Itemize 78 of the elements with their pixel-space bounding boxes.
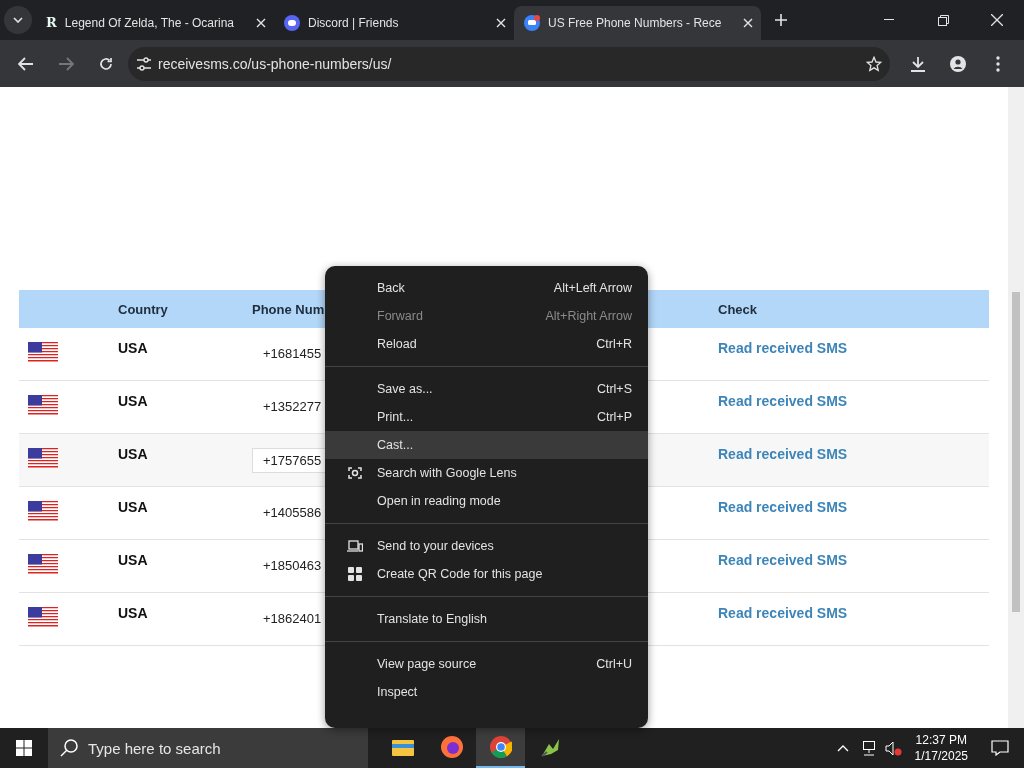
menu-item[interactable]: Save as... Ctrl+S: [325, 375, 648, 403]
country-cell-text: USA: [118, 446, 149, 462]
site-settings-icon: [136, 56, 152, 71]
firefox-icon: [440, 736, 463, 758]
close-icon: [496, 18, 506, 28]
us-flag-icon: [28, 395, 58, 415]
discord-icon: [284, 15, 300, 31]
browser-tab[interactable]: R Legend Of Zelda, The - Ocarina: [36, 6, 274, 40]
folder-icon: [391, 738, 414, 756]
us-flag-icon: [28, 501, 58, 521]
country-cell-text: USA: [118, 499, 149, 515]
close-icon: [256, 18, 266, 28]
qr-code-icon: [347, 566, 363, 582]
column-header: Phone Num: [252, 301, 325, 317]
chat-bubble-icon: [524, 15, 540, 31]
speaker-muted-icon: [884, 740, 903, 756]
read-sms-link[interactable]: Read received SMS: [718, 393, 989, 409]
close-icon: [991, 14, 1003, 26]
network-icon: [860, 740, 877, 756]
chevron-down-icon: [13, 17, 23, 23]
browser-tab[interactable]: Discord | Friends: [274, 6, 514, 40]
column-header: Country: [118, 301, 168, 317]
devices-icon: [347, 539, 363, 553]
shortcut-text: Alt+Right Arrow: [545, 309, 632, 323]
plus-icon: [775, 14, 787, 26]
browser-tab[interactable]: US Free Phone Numbers - Rece: [514, 6, 761, 40]
taskbar-search-field[interactable]: Type here to search: [48, 728, 368, 768]
restore-icon: [937, 14, 949, 26]
windows-logo-icon: [16, 740, 32, 756]
arrow-right-icon: [58, 56, 74, 71]
clock-date: 1/17/2025: [914, 748, 968, 764]
menu-item[interactable]: Back Alt+Left Arrow: [325, 274, 648, 302]
arrow-left-icon: [18, 56, 34, 71]
speech-bubble-icon: [991, 740, 1009, 756]
chrome-icon: [489, 736, 512, 758]
shortcut-text: Ctrl+P: [596, 410, 632, 424]
country-cell-text: USA: [118, 605, 149, 621]
read-sms-link[interactable]: Read received SMS: [718, 499, 989, 515]
download-icon: [910, 55, 926, 72]
country-cell-text: USA: [118, 340, 149, 356]
close-icon: [743, 18, 753, 28]
r-logo: R: [46, 16, 57, 30]
us-flag-icon: [28, 554, 58, 574]
camera-lens-icon: [347, 465, 363, 481]
us-flag-icon: [28, 448, 58, 468]
shortcut-text: Ctrl+R: [596, 337, 632, 351]
chevron-up-icon: [836, 744, 849, 752]
us-flag-icon: [28, 607, 58, 627]
tab-search-button[interactable]: [4, 6, 32, 34]
country-cell-text: USA: [118, 393, 149, 409]
menu-item[interactable]: Open in reading mode: [325, 487, 648, 515]
read-sms-link[interactable]: Read received SMS: [718, 446, 989, 462]
minimize-icon: [884, 19, 894, 21]
clock-time: 12:37 PM: [915, 732, 967, 748]
shortcut-text: Ctrl+U: [596, 657, 632, 671]
menu-item[interactable]: Send to your devices: [325, 532, 648, 560]
reload-icon: [99, 56, 113, 71]
menu-item[interactable]: Cast...: [325, 431, 648, 459]
star-icon: [866, 55, 882, 72]
more-icon: [996, 55, 1000, 72]
read-sms-link[interactable]: Read received SMS: [718, 340, 989, 356]
menu-item[interactable]: View page source Ctrl+U: [325, 650, 648, 678]
us-flag-icon: [28, 342, 58, 362]
menu-item[interactable]: Inspect: [325, 678, 648, 706]
menu-item[interactable]: Translate to English: [325, 605, 648, 633]
menu-item[interactable]: Reload Ctrl+R: [325, 330, 648, 358]
read-sms-link[interactable]: Read received SMS: [718, 552, 989, 568]
shortcut-text: Alt+Left Arrow: [553, 281, 632, 295]
address-bar[interactable]: receivesms.co/us-phone-numbers/us/: [128, 46, 890, 81]
shortcut-text: Ctrl+S: [596, 382, 632, 396]
column-header: Check: [718, 301, 758, 317]
taskbar-app[interactable]: [476, 728, 525, 768]
read-sms-link[interactable]: Read received SMS: [718, 605, 989, 621]
country-cell-text: USA: [118, 552, 149, 568]
menu-item[interactable]: Create QR Code for this page: [325, 560, 648, 588]
person-icon: [950, 55, 966, 72]
menu-item[interactable]: Print... Ctrl+P: [325, 403, 648, 431]
search-icon: [60, 739, 78, 757]
